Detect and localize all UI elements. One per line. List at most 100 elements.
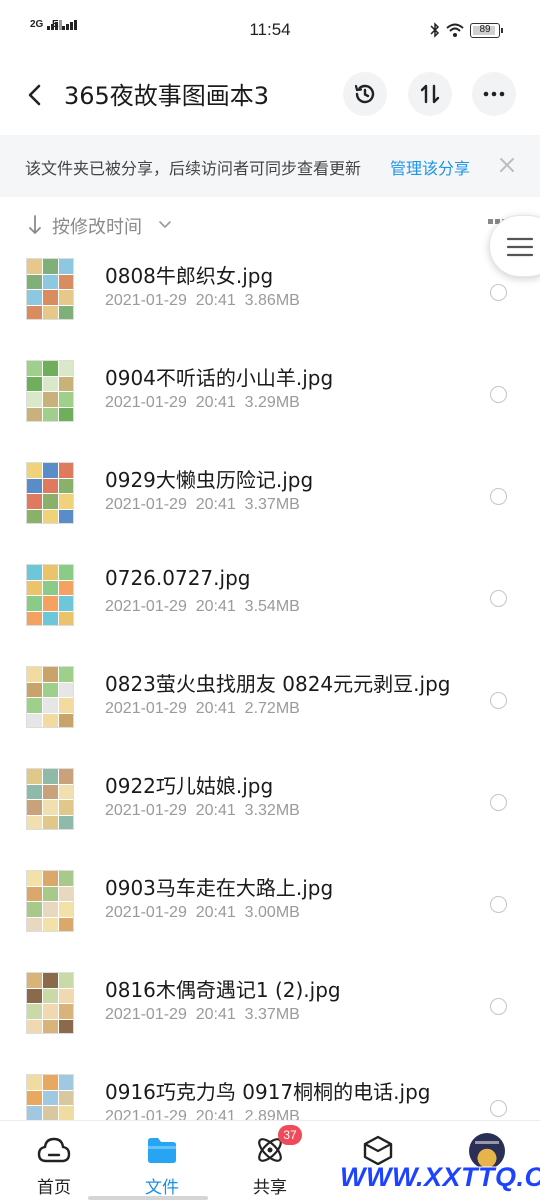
file-meta: 2021-01-29 20:41 2.89MB	[105, 1108, 300, 1120]
file-size: 3.00MB	[244, 904, 300, 921]
thumbnail-panel	[59, 815, 73, 829]
thumbnail-panel	[43, 509, 58, 523]
file-row[interactable]: 0816木偶奇遇记1 (2).jpg 2021-01-29 20:41 3.37M…	[0, 954, 540, 1056]
thumbnail-panel	[27, 361, 42, 376]
select-radio[interactable]	[490, 896, 507, 913]
bluetooth-icon	[430, 22, 440, 38]
nav-share[interactable]: 37 共享	[216, 1121, 324, 1200]
sort-bar[interactable]: 按修改时间	[0, 205, 540, 245]
thumbnail-panel	[43, 478, 58, 493]
file-meta: 2021-01-29 20:41 3.37MB	[105, 1006, 300, 1024]
thumbnail-panel	[59, 682, 73, 697]
file-row[interactable]: 0929大懒虫历险记.jpg 2021-01-29 20:41 3.37MB	[0, 444, 540, 546]
file-date: 2021-01-29	[105, 904, 187, 921]
thumbnail-panel	[59, 917, 73, 931]
thumbnail-panel	[43, 769, 58, 784]
thumbnail-panel	[59, 290, 73, 305]
file-time: 20:41	[195, 598, 236, 615]
thumbnail-panel	[27, 392, 42, 407]
header: 365夜故事图画本3	[0, 60, 540, 130]
thumbnail-panel	[27, 1106, 42, 1120]
file-name: 0823萤火虫找朋友 0824元元剥豆.jpg	[105, 672, 451, 696]
file-row[interactable]: 0904不听话的小山羊.jpg 2021-01-29 20:41 3.29MB	[0, 342, 540, 444]
thumbnail-panel	[27, 886, 42, 901]
thumbnail-panel	[59, 392, 73, 407]
share-badge: 37	[278, 1125, 302, 1145]
file-thumbnail	[26, 564, 74, 626]
nav-files[interactable]: 文件	[108, 1121, 216, 1200]
thumbnail-panel	[43, 580, 58, 595]
select-radio[interactable]	[490, 1100, 507, 1117]
thumbnail-panel	[43, 886, 58, 901]
nav-files-label: 文件	[145, 1178, 179, 1198]
file-time: 20:41	[195, 904, 236, 921]
share-notice-text: 该文件夹已被分享，后续访问者可同步查看更新	[25, 159, 362, 178]
select-radio[interactable]	[490, 386, 507, 403]
file-meta: 2021-01-29 20:41 3.86MB	[105, 292, 300, 310]
file-size: 2.89MB	[244, 1108, 300, 1120]
select-radio[interactable]	[490, 590, 507, 607]
thumbnail-panel	[27, 509, 42, 523]
file-thumbnail	[26, 462, 74, 524]
nav-share-label: 共享	[253, 1178, 287, 1198]
thumbnail-panel	[43, 902, 58, 917]
file-row[interactable]: 0823萤火虫找朋友 0824元元剥豆.jpg 2021-01-29 20:41 …	[0, 648, 540, 750]
file-name: 0726.0727.jpg	[105, 566, 251, 590]
file-thumbnail	[26, 870, 74, 932]
thumbnail-panel	[59, 376, 73, 391]
thumbnail-panel	[27, 784, 42, 799]
up-down-arrows-icon	[420, 84, 440, 104]
thumbnail-panel	[43, 1019, 58, 1033]
thumbnail-panel	[43, 259, 58, 274]
file-row[interactable]: 0916巧克力鸟 0917桐桐的电话.jpg 2021-01-29 20:41 2…	[0, 1056, 540, 1120]
select-radio[interactable]	[490, 488, 507, 505]
file-time: 20:41	[195, 700, 236, 717]
thumbnail-panel	[27, 769, 42, 784]
file-size: 3.32MB	[244, 802, 300, 819]
file-name: 0929大懒虫历险记.jpg	[105, 468, 314, 492]
transfer-sort-button[interactable]	[408, 72, 452, 116]
thumbnail-panel	[59, 596, 73, 611]
thumbnail-panel	[43, 1075, 58, 1090]
file-row[interactable]: 0922巧儿姑娘.jpg 2021-01-29 20:41 3.32MB	[0, 750, 540, 852]
thumbnail-panel	[27, 580, 42, 595]
file-time: 20:41	[195, 802, 236, 819]
file-thumbnail	[26, 768, 74, 830]
file-size: 3.54MB	[244, 598, 300, 615]
select-radio[interactable]	[490, 692, 507, 709]
file-size: 2.72MB	[244, 700, 300, 717]
file-row[interactable]: 0808牛郎织女.jpg 2021-01-29 20:41 3.86MB	[0, 240, 540, 342]
file-meta: 2021-01-29 20:41 3.32MB	[105, 802, 300, 820]
thumbnail-panel	[59, 1090, 73, 1105]
file-name: 0922巧儿姑娘.jpg	[105, 774, 274, 798]
thumbnail-panel	[27, 274, 42, 289]
back-icon[interactable]	[18, 78, 52, 112]
manage-share-link[interactable]: 管理该分享	[390, 155, 470, 179]
file-row[interactable]: 0726.0727.jpg 2021-01-29 20:41 3.54MB	[0, 546, 540, 648]
wifi-icon	[446, 23, 464, 37]
file-date: 2021-01-29	[105, 598, 187, 615]
sort-label[interactable]: 按修改时间	[52, 213, 142, 239]
close-icon[interactable]	[497, 155, 517, 175]
select-radio[interactable]	[490, 794, 507, 811]
nav-home[interactable]: 首页	[0, 1121, 108, 1200]
thumbnail-panel	[59, 580, 73, 595]
thumbnail-panel	[43, 463, 58, 478]
file-date: 2021-01-29	[105, 802, 187, 819]
thumbnail-panel	[27, 800, 42, 815]
thumbnail-panel	[43, 596, 58, 611]
chevron-down-icon	[159, 221, 171, 229]
thumbnail-panel	[43, 1004, 58, 1019]
thumbnail-panel	[59, 1106, 73, 1120]
more-button[interactable]	[472, 72, 516, 116]
file-row[interactable]: 0903马车走在大路上.jpg 2021-01-29 20:41 3.00MB	[0, 852, 540, 954]
app-screen: 2G E 11:54 89 365夜故事图画本3 该文件夹已被分享，后续访问者可…	[0, 0, 540, 1200]
thumbnail-panel	[59, 463, 73, 478]
file-thumbnail	[26, 972, 74, 1034]
select-radio[interactable]	[490, 998, 507, 1015]
select-radio[interactable]	[490, 284, 507, 301]
battery-icon: 89	[470, 22, 503, 38]
history-button[interactable]	[343, 72, 387, 116]
page-title: 365夜故事图画本3	[64, 82, 270, 110]
file-thumbnail	[26, 1074, 74, 1120]
